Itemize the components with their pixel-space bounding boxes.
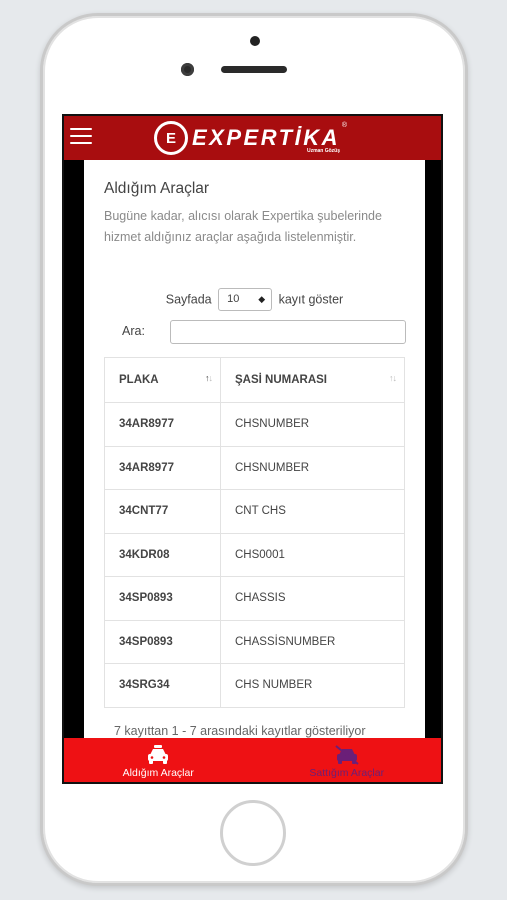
chassis-cell: CHASSIS [220,576,405,621]
car-crossed-icon [335,745,359,765]
page-title: Aldığım Araçlar [104,180,210,197]
expertika-logo[interactable]: E EXPERTİKA ® Uzman Gözüş [154,120,347,156]
tab-label: Aldığım Araçlar [122,767,194,779]
table-row: 34AR8977 CHSNUMBER [104,445,405,490]
car-icon [148,745,169,764]
page-length-control: Sayfada 10 ◆ kayıt göster [84,288,425,311]
top-bar: E EXPERTİKA ® Uzman Gözüş [64,116,441,160]
table-info: 7 kayıttan 1 - 7 arasındaki kayıtlar gös… [114,724,366,738]
select-arrows-icon: ◆ [258,294,266,304]
vehicles-table: PLAKA ↑↓ ŞASİ NUMARASI ↑↓ 34AR8977 CHSNU… [104,357,405,708]
plate-cell: 34KDR08 [104,532,221,577]
column-header-plate[interactable]: PLAKA ↑↓ [104,357,221,403]
plate-cell: 34AR8977 [104,402,221,447]
chassis-cell: CHS0001 [220,532,405,577]
tab-label: Sattığım Araçlar [309,767,385,779]
column-header-chassis[interactable]: ŞASİ NUMARASI ↑↓ [220,357,405,403]
table-row: 34CNT77 CNT CHS [104,489,405,534]
logo-mark: E [154,121,188,155]
chassis-cell: CHSNUMBER [220,445,405,490]
chassis-cell: CNT CHS [220,489,405,534]
sensor-dot [250,36,260,46]
tab-bought-vehicles[interactable]: Aldığım Araçlar [64,738,253,782]
plate-cell: 34SRG34 [104,663,221,708]
sort-asc-icon: ↑↓ [205,373,213,383]
chassis-cell: CHS NUMBER [220,663,405,708]
page-length-value: 10 [227,293,240,305]
table-row: 34KDR08 CHS0001 [104,532,405,577]
table-row: 34SP0893 CHASSİSNUMBER [104,619,405,664]
plate-cell: 34AR8977 [104,445,221,490]
chassis-cell: CHASSİSNUMBER [220,619,405,664]
table-row: 34AR8977 CHSNUMBER [104,402,405,447]
page-description: Bugüne kadar, alıcısı olarak Expertika ş… [104,209,382,244]
table-row: 34SRG34 CHS NUMBER [104,663,405,708]
plate-cell: 34SP0893 [104,619,221,664]
bottom-navigation: Aldığım Araçlar Sattığım Araçlar [64,738,442,782]
earpiece-speaker [221,66,287,73]
search-label: Ara: [122,324,145,338]
length-prefix: Sayfada [165,292,212,307]
search-input[interactable] [170,320,406,344]
main-content: Aldığım Araçlar Bugüne kadar, alıcısı ol… [84,160,425,738]
app-screen: E EXPERTİKA ® Uzman Gözüş Aldığım Araçla… [62,114,443,784]
table-row: 34SP0893 CHASSIS [104,576,405,621]
plate-cell: 34SP0893 [104,576,221,621]
plate-cell: 34CNT77 [104,489,221,534]
chassis-cell: CHSNUMBER [220,402,405,447]
tab-sold-vehicles[interactable]: Sattığım Araçlar [253,738,442,782]
length-suffix: kayıt göster [278,292,344,307]
logo-subtitle: Uzman Gözüş [306,148,341,154]
logo-registered-mark: ® [341,122,348,129]
hamburger-menu-icon[interactable] [70,128,92,144]
page-length-select[interactable]: 10 ◆ [218,288,273,311]
home-button[interactable] [220,800,286,866]
sort-icon: ↑↓ [389,373,397,383]
logo-text: EXPERTİKA [192,125,341,150]
table-header-row: PLAKA ↑↓ ŞASİ NUMARASI ↑↓ [104,357,405,403]
front-camera [181,63,194,76]
